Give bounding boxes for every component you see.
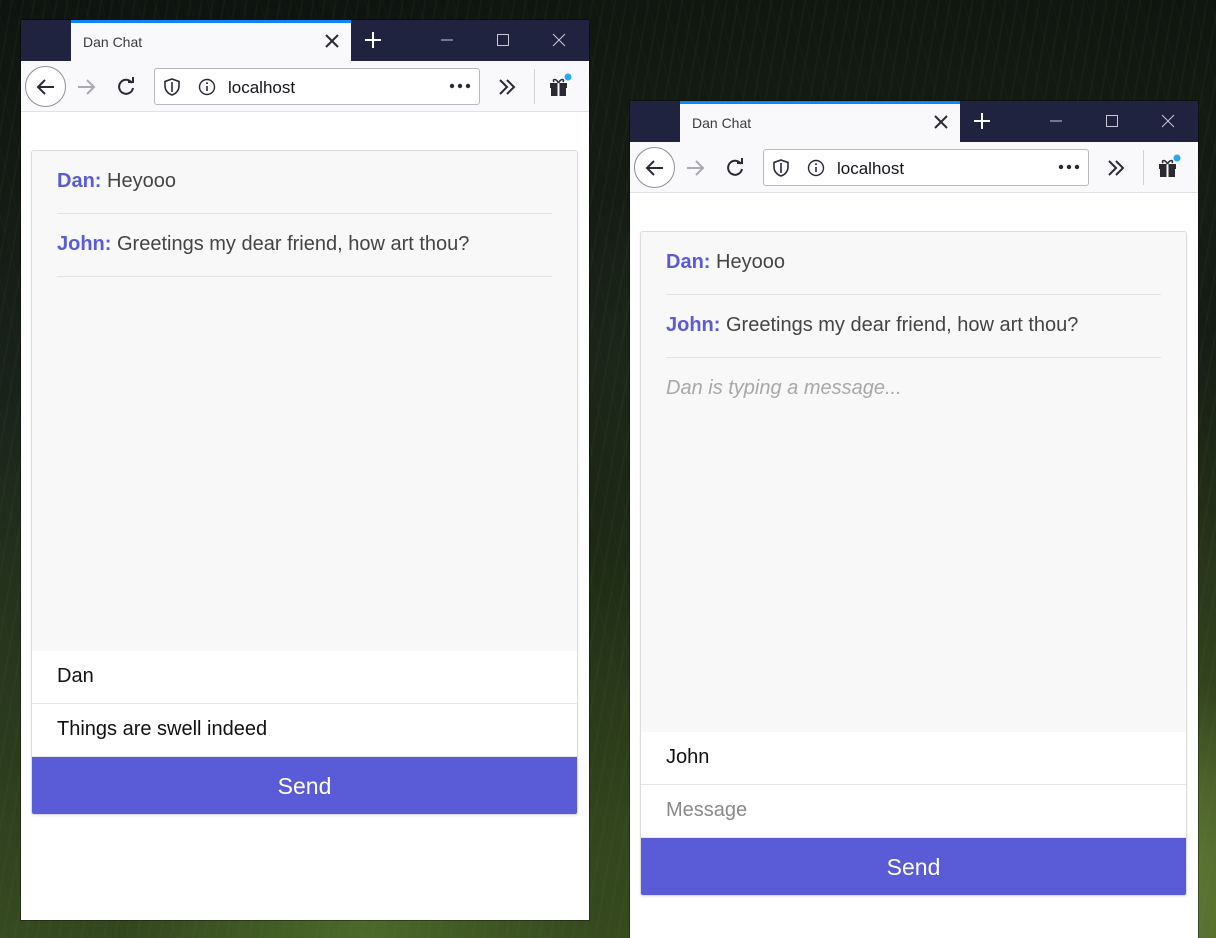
name-input[interactable]: Dan bbox=[32, 651, 577, 704]
chat-card: Dan: Heyooo John: Greetings my dear frie… bbox=[31, 150, 578, 815]
send-button[interactable]: Send bbox=[641, 838, 1186, 895]
maximize-icon[interactable] bbox=[1097, 107, 1127, 135]
close-icon[interactable] bbox=[544, 26, 574, 54]
more-dots-icon[interactable] bbox=[449, 76, 471, 96]
plus-icon[interactable] bbox=[967, 107, 997, 135]
navigation-toolbar: localhost bbox=[630, 142, 1198, 193]
message-input[interactable]: Things are swell indeed bbox=[32, 704, 577, 757]
browser-window-left: Dan Chat localhost Dan: Heyooo John: Gre… bbox=[21, 20, 589, 920]
name-input-value: Dan bbox=[57, 665, 94, 687]
gift-icon[interactable] bbox=[545, 72, 573, 100]
title-bar: Dan Chat bbox=[630, 101, 1198, 142]
arrow-left-icon[interactable] bbox=[634, 147, 675, 188]
message-text: Heyooo bbox=[107, 170, 176, 192]
navigation-toolbar: localhost bbox=[21, 61, 589, 112]
message-list: Dan: Heyooo John: Greetings my dear frie… bbox=[641, 232, 1186, 732]
minimize-icon[interactable] bbox=[1041, 107, 1071, 135]
message-item: Dan: Heyooo bbox=[666, 232, 1161, 295]
message-text: Greetings my dear friend, how art thou? bbox=[726, 314, 1079, 336]
arrow-right-icon[interactable] bbox=[73, 74, 99, 100]
browser-window-right: Dan Chat localhost Dan: Heyooo John: Gre… bbox=[630, 101, 1198, 938]
toolbar-separator bbox=[1143, 150, 1144, 185]
url-bar[interactable]: localhost bbox=[154, 68, 480, 105]
minimize-icon[interactable] bbox=[432, 26, 462, 54]
plus-icon[interactable] bbox=[358, 26, 388, 54]
name-input-value: John bbox=[666, 746, 710, 768]
chevrons-right-icon[interactable] bbox=[1103, 155, 1129, 181]
url-bar[interactable]: localhost bbox=[763, 149, 1089, 186]
message-item: Dan: Heyooo bbox=[57, 151, 552, 214]
close-icon[interactable] bbox=[930, 111, 952, 133]
url-text: localhost bbox=[228, 78, 296, 97]
tab-dan-chat[interactable]: Dan Chat bbox=[71, 20, 351, 61]
reload-icon[interactable] bbox=[113, 74, 139, 100]
message-input[interactable]: Message bbox=[641, 785, 1186, 838]
more-dots-icon[interactable] bbox=[1058, 157, 1080, 177]
arrow-right-icon[interactable] bbox=[682, 155, 708, 181]
message-item: John: Greetings my dear friend, how art … bbox=[666, 295, 1161, 358]
maximize-icon[interactable] bbox=[488, 26, 518, 54]
tab-title: Dan Chat bbox=[83, 34, 143, 50]
message-text: Greetings my dear friend, how art thou? bbox=[117, 233, 470, 255]
message-author: Dan: bbox=[666, 251, 711, 273]
info-icon[interactable] bbox=[198, 78, 216, 96]
name-input[interactable]: John bbox=[641, 732, 1186, 785]
toolbar-separator bbox=[534, 69, 535, 104]
reload-icon[interactable] bbox=[722, 155, 748, 181]
gift-icon[interactable] bbox=[1154, 153, 1182, 181]
shield-icon[interactable] bbox=[163, 78, 181, 96]
info-icon[interactable] bbox=[807, 159, 825, 177]
message-author: Dan: bbox=[57, 170, 102, 192]
message-input-value: Things are swell indeed bbox=[57, 718, 268, 740]
send-button[interactable]: Send bbox=[32, 757, 577, 814]
tab-dan-chat[interactable]: Dan Chat bbox=[680, 101, 960, 142]
chevrons-right-icon[interactable] bbox=[494, 74, 520, 100]
arrow-left-icon[interactable] bbox=[25, 66, 66, 107]
message-text: Heyooo bbox=[716, 251, 785, 273]
message-list: Dan: Heyooo John: Greetings my dear frie… bbox=[32, 151, 577, 651]
send-button-label: Send bbox=[277, 772, 332, 799]
typing-indicator: Dan is typing a message... bbox=[666, 377, 902, 399]
message-input-placeholder: Message bbox=[666, 799, 748, 821]
message-item: John: Greetings my dear friend, how art … bbox=[57, 214, 552, 277]
message-author: John: bbox=[666, 314, 721, 336]
close-icon[interactable] bbox=[321, 30, 343, 52]
tab-title: Dan Chat bbox=[692, 115, 752, 131]
shield-icon[interactable] bbox=[772, 159, 790, 177]
send-button-label: Send bbox=[886, 853, 941, 880]
title-bar: Dan Chat bbox=[21, 20, 589, 61]
url-text: localhost bbox=[837, 159, 905, 178]
chat-card: Dan: Heyooo John: Greetings my dear frie… bbox=[640, 231, 1187, 896]
close-icon[interactable] bbox=[1153, 107, 1183, 135]
message-author: John: bbox=[57, 233, 112, 255]
